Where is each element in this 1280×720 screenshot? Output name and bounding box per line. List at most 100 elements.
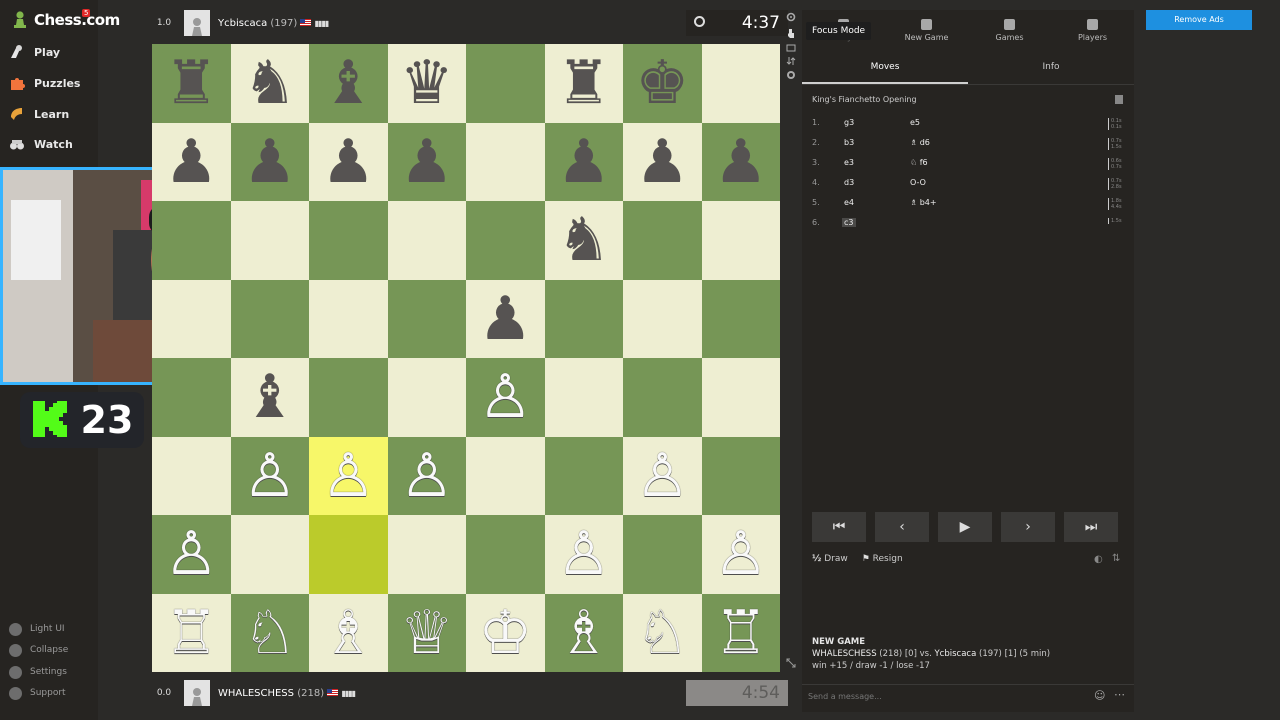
black-move[interactable]: ♗ b4+ [910,198,937,207]
square-g6[interactable] [623,201,702,280]
square-d4[interactable] [387,358,466,437]
piece-d3[interactable]: ♙ [388,437,467,515]
flip-board-icon[interactable] [786,56,796,66]
tab-games[interactable]: Games [968,10,1051,50]
square-g4[interactable] [623,358,702,437]
piece-c7[interactable]: ♟ [309,123,388,201]
square-e2[interactable] [466,515,545,594]
piece-f1[interactable]: ♗ [545,594,624,672]
piece-c3[interactable]: ♙ [309,437,388,515]
black-move[interactable]: O-O [910,178,926,187]
collapse-button[interactable]: Collapse [9,643,68,657]
square-g2[interactable] [623,515,702,594]
tab-players[interactable]: Players [1051,10,1134,50]
square-d6[interactable] [387,201,466,280]
piece-b3[interactable]: ♙ [231,437,310,515]
focus-mode-icon[interactable] [786,28,796,38]
last-move-button[interactable]: ⏭ [1064,512,1118,542]
nav-puzzles[interactable]: Puzzles [8,73,80,93]
piece-e1[interactable]: ♔ [466,594,545,672]
chat-white-player[interactable]: WHALESCHESS [812,649,877,659]
piece-b8[interactable]: ♞ [231,44,310,122]
piece-c8[interactable]: ♝ [309,44,388,122]
piece-g3[interactable]: ♙ [623,437,702,515]
square-e8[interactable] [466,44,545,123]
square-c6[interactable] [309,201,388,280]
square-a4[interactable] [152,358,231,437]
black-move[interactable]: e5 [910,118,920,127]
bottom-player-avatar[interactable] [184,680,210,706]
piece-a7[interactable]: ♟ [152,123,231,201]
square-b5[interactable] [230,279,309,358]
nav-learn[interactable]: Learn [8,104,69,124]
piece-c1[interactable]: ♗ [309,594,388,672]
white-move[interactable]: c3 [842,218,856,227]
piece-h2[interactable]: ♙ [702,515,781,593]
top-player-name[interactable]: Ycbiscaca (197) ▮▮▮▮ [218,18,329,29]
chat-input[interactable]: Send a message... ☺ ⋯ [802,684,1134,709]
white-move[interactable]: g3 [844,118,854,127]
piece-e4[interactable]: ♙ [466,358,545,436]
theater-icon[interactable] [786,43,796,53]
prev-move-button[interactable]: ‹ [875,512,929,542]
square-h4[interactable] [701,358,780,437]
piece-a8[interactable]: ♜ [152,44,231,122]
logo[interactable]: Chess.com [10,9,120,31]
square-c5[interactable] [309,279,388,358]
piece-f6[interactable]: ♞ [545,201,624,279]
support-link[interactable]: Support [9,686,66,700]
analysis-icon[interactable] [786,70,796,80]
piece-a2[interactable]: ♙ [152,515,231,593]
square-f5[interactable] [544,279,623,358]
chess-board[interactable]: 8 7 3 2 1 a b c d e f g h ♜ ♞ ♝ ♛ ♜ ♚ ♟ ♟ ♟ ♟ ♟ ♟ ♟ ♞ ♟ ♝ ♙ ♙ ♙ ♙ ♙ ♙ ♙ ♙ ♖ ♘ ♗… [152,44,780,672]
white-move[interactable]: d3 [844,178,854,187]
black-move[interactable]: ♗ d6 [910,138,930,147]
piece-f8[interactable]: ♜ [545,44,624,122]
piece-g8[interactable]: ♚ [623,44,702,122]
black-move[interactable]: ♘ f6 [910,158,928,167]
chat-black-player[interactable]: Ycbiscaca [934,649,976,659]
square-e6[interactable] [466,201,545,280]
next-move-button[interactable]: › [1001,512,1055,542]
piece-f7[interactable]: ♟ [545,123,624,201]
piece-g7[interactable]: ♟ [623,123,702,201]
flip-icon[interactable]: ⇅ [1112,553,1120,564]
piece-d7[interactable]: ♟ [388,123,467,201]
piece-b7[interactable]: ♟ [231,123,310,201]
square-d5[interactable] [387,279,466,358]
white-move[interactable]: e3 [844,158,854,167]
resign-button[interactable]: ⚑ Resign [862,554,903,564]
piece-b1[interactable]: ♘ [231,594,310,672]
white-move[interactable]: e4 [844,198,854,207]
square-h3[interactable] [701,436,780,515]
square-h6[interactable] [701,201,780,280]
piece-e5[interactable]: ♟ [466,280,545,358]
piece-h1[interactable]: ♖ [702,594,781,672]
square-d2[interactable] [387,515,466,594]
light-ui-toggle[interactable]: Light UI [9,622,65,636]
piece-a1[interactable]: ♖ [152,594,231,672]
gear-icon[interactable] [786,12,796,22]
square-b6[interactable] [230,201,309,280]
square-f3[interactable] [544,436,623,515]
tab-info[interactable]: Info [968,56,1134,84]
nav-watch[interactable]: Watch [8,134,73,154]
square-h5[interactable] [701,279,780,358]
square-a5[interactable] [152,279,231,358]
piece-h7[interactable]: ♟ [702,123,781,201]
more-options-icon[interactable]: ⋯ [1114,688,1125,701]
resize-icon[interactable] [786,658,796,668]
settings-link[interactable]: Settings [9,665,67,679]
tab-new-game[interactable]: New Game [885,10,968,50]
piece-d8[interactable]: ♛ [388,44,467,122]
draw-button[interactable]: ½ Draw [812,554,848,564]
square-h8[interactable] [701,44,780,123]
square-a6[interactable] [152,201,231,280]
white-move[interactable]: b3 [844,138,854,147]
first-move-button[interactable]: ⏮ [812,512,866,542]
piece-b4[interactable]: ♝ [231,358,310,436]
nav-play[interactable]: Play [8,42,60,62]
square-a3[interactable] [152,436,231,515]
emoji-icon[interactable]: ☺ [1094,689,1105,702]
square-e7[interactable] [466,122,545,201]
